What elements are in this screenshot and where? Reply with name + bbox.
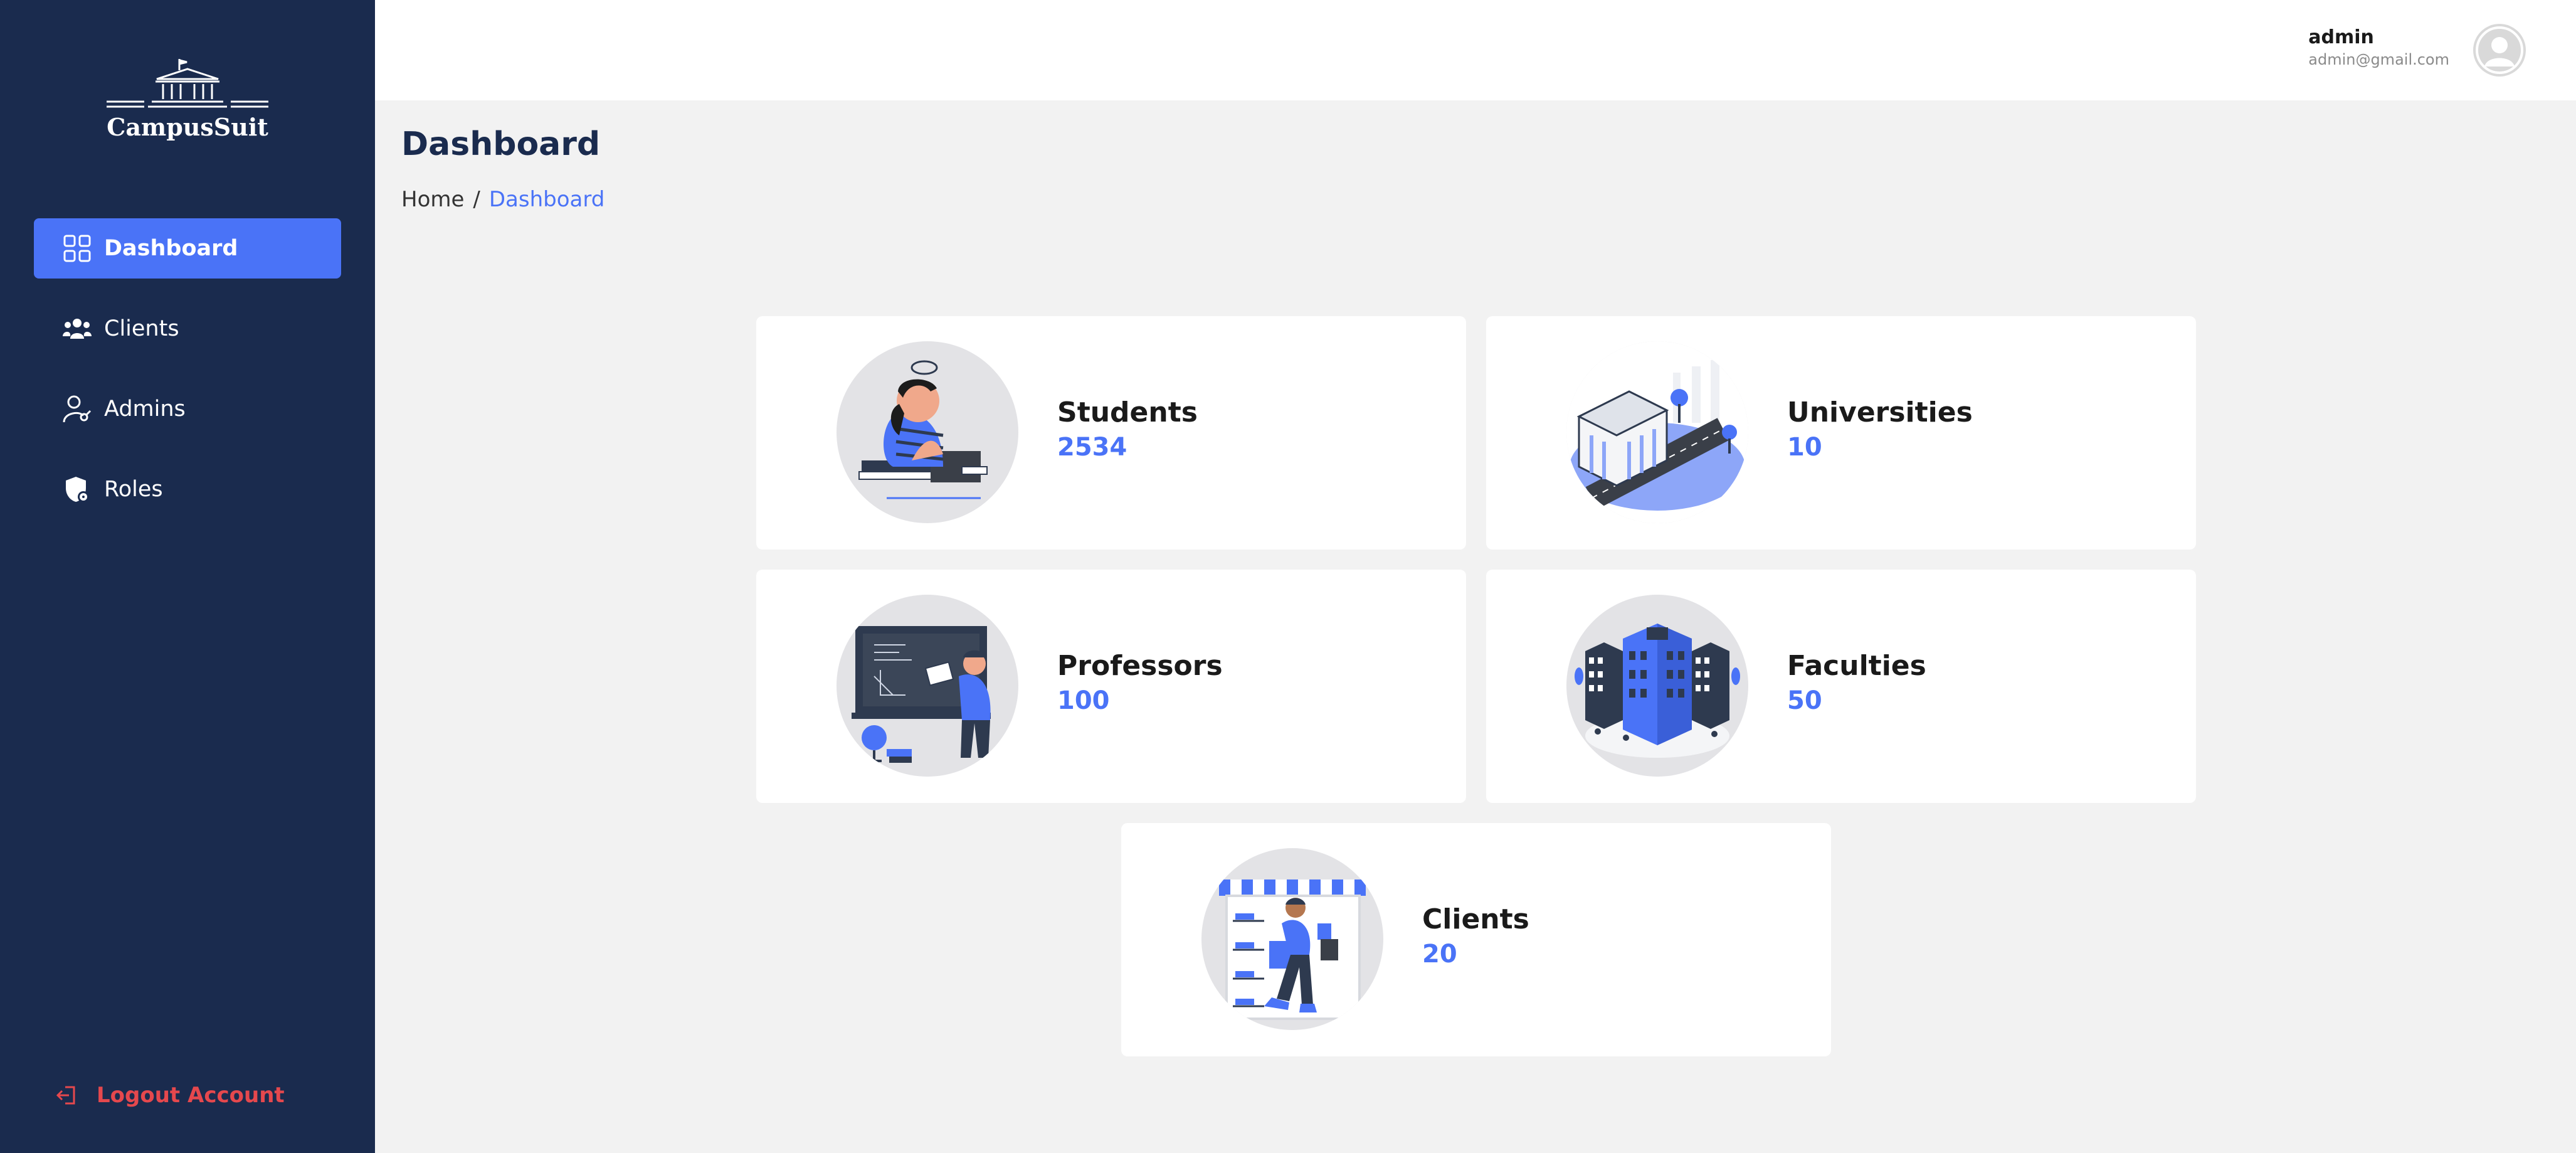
top-header: admin admin@gmail.com xyxy=(375,0,2576,100)
stat-card-faculties[interactable]: Faculties 50 xyxy=(1486,570,2196,803)
dashboard-grid-icon xyxy=(63,234,92,263)
breadcrumb: Home / Dashboard xyxy=(401,187,604,212)
stat-value: 2534 xyxy=(1057,433,1127,462)
user-email: admin@gmail.com xyxy=(2308,51,2449,68)
shield-icon xyxy=(63,475,92,504)
stat-label: Students xyxy=(1057,396,1198,428)
logout-icon xyxy=(56,1083,82,1108)
professors-illustration xyxy=(837,595,1018,777)
user-info[interactable]: admin admin@gmail.com xyxy=(2308,26,2449,68)
sidebar-item-roles[interactable]: Roles xyxy=(34,459,341,519)
sidebar-item-label: Roles xyxy=(104,477,163,502)
stat-card-clients[interactable]: Clients 20 xyxy=(1121,823,1831,1056)
sidebar-item-admins[interactable]: Admins xyxy=(34,379,341,439)
stat-label: Clients xyxy=(1422,903,1529,935)
sidebar-item-clients[interactable]: Clients xyxy=(34,299,341,359)
sidebar-item-label: Clients xyxy=(104,316,179,341)
university-building-icon xyxy=(107,59,268,108)
stat-value: 20 xyxy=(1422,940,1457,969)
stat-label: Faculties xyxy=(1787,650,1926,682)
admin-user-icon xyxy=(63,395,92,423)
universities-illustration xyxy=(1566,341,1748,523)
stat-label: Professors xyxy=(1057,650,1223,682)
breadcrumb-separator: / xyxy=(473,187,480,212)
sidebar-item-dashboard[interactable]: Dashboard xyxy=(34,218,341,279)
stat-value: 100 xyxy=(1057,686,1110,715)
user-name: admin xyxy=(2308,26,2374,48)
user-avatar-icon xyxy=(2476,26,2523,74)
stat-value: 50 xyxy=(1787,686,1822,715)
stat-card-professors[interactable]: Professors 100 xyxy=(756,570,1466,803)
students-illustration xyxy=(837,341,1018,523)
faculties-illustration xyxy=(1566,595,1748,777)
stat-card-universities[interactable]: Universities 10 xyxy=(1486,316,2196,550)
clients-illustration xyxy=(1201,848,1383,1030)
brand-name: CampusSuit xyxy=(107,113,268,141)
campussuit-logo[interactable]: CampusSuit xyxy=(107,58,268,146)
stat-label: Universities xyxy=(1787,396,1973,428)
breadcrumb-home[interactable]: Home xyxy=(401,187,464,212)
logout-button[interactable]: Logout Account xyxy=(56,1083,285,1108)
sidebar-item-label: Dashboard xyxy=(104,236,238,261)
stat-card-students[interactable]: Students 2534 xyxy=(756,316,1466,550)
stat-value: 10 xyxy=(1787,433,1822,462)
logout-label: Logout Account xyxy=(97,1083,285,1108)
users-icon xyxy=(63,314,92,343)
page-title: Dashboard xyxy=(401,125,601,163)
avatar[interactable] xyxy=(2473,24,2526,77)
breadcrumb-current[interactable]: Dashboard xyxy=(489,187,604,212)
sidebar: CampusSuit Dashboard Clients Admins Role… xyxy=(0,0,375,1153)
sidebar-item-label: Admins xyxy=(104,396,186,422)
